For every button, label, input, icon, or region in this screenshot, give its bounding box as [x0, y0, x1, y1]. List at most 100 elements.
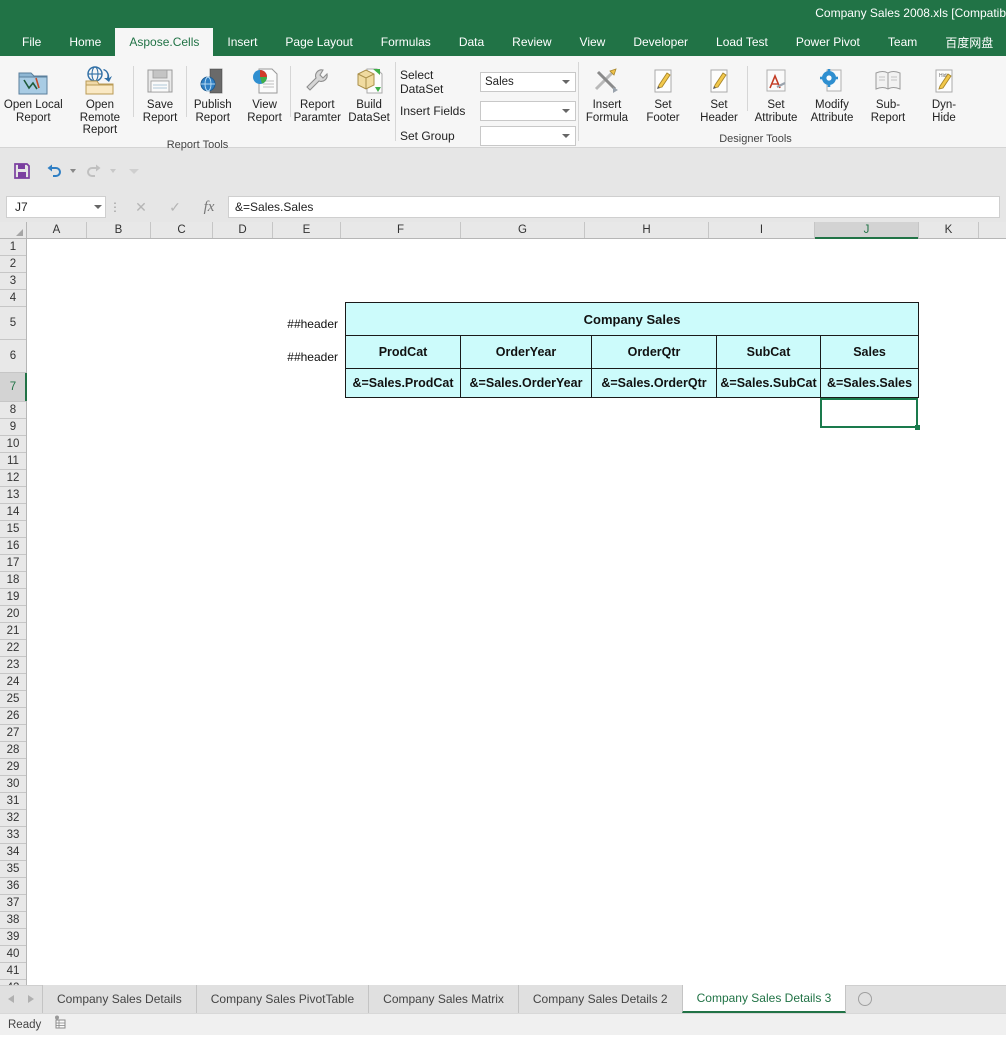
fill-handle[interactable]	[915, 425, 920, 430]
row-header-9[interactable]: 9	[0, 419, 26, 436]
customize-qat-icon[interactable]	[120, 158, 148, 184]
row-header-20[interactable]: 20	[0, 606, 26, 623]
sheet-nav-next-icon[interactable]	[28, 995, 34, 1003]
row-header-18[interactable]: 18	[0, 572, 26, 589]
row-header-2[interactable]: 2	[0, 256, 26, 273]
insert-formula-button[interactable]: Insert Formula	[579, 60, 635, 124]
row-header-16[interactable]: 16	[0, 538, 26, 555]
report-parameter-button[interactable]: Report Paramter	[291, 60, 343, 124]
undo-icon[interactable]	[40, 158, 68, 184]
row-header-26[interactable]: 26	[0, 708, 26, 725]
ribbon-tab-data[interactable]: Data	[445, 28, 498, 56]
column-header-G[interactable]: G	[461, 222, 585, 238]
sheet-tab-company-sales-details-2[interactable]: Company Sales Details 2	[517, 985, 682, 1013]
sheet-tab-company-sales-matrix[interactable]: Company Sales Matrix	[368, 985, 518, 1013]
row-header-1[interactable]: 1	[0, 239, 26, 256]
field-cell[interactable]: &=Sales.Sales	[819, 368, 920, 398]
ribbon-tab-page-layout[interactable]: Page Layout	[271, 28, 366, 56]
save-report-button[interactable]: Save Report	[134, 60, 186, 124]
row-header-13[interactable]: 13	[0, 487, 26, 504]
redo-dropdown-arrow[interactable]	[110, 169, 116, 173]
row-header-39[interactable]: 39	[0, 929, 26, 946]
row-header-36[interactable]: 36	[0, 878, 26, 895]
row-header-30[interactable]: 30	[0, 776, 26, 793]
row-header-3[interactable]: 3	[0, 273, 26, 290]
ribbon-tab-power-pivot[interactable]: Power Pivot	[782, 28, 874, 56]
ribbon-tab-home[interactable]: Home	[55, 28, 115, 56]
ribbon-tab-[interactable]: 百度网盘	[931, 28, 1006, 56]
row-header-19[interactable]: 19	[0, 589, 26, 606]
row-header-33[interactable]: 33	[0, 827, 26, 844]
insert-function-icon[interactable]: fx	[192, 196, 226, 218]
dyn-hide-button[interactable]: Hide Dyn- Hide	[916, 60, 972, 124]
row-header-8[interactable]: 8	[0, 402, 26, 419]
ribbon-tab-load-test[interactable]: Load Test	[702, 28, 782, 56]
ribbon-tab-view[interactable]: View	[566, 28, 620, 56]
column-header-J[interactable]: J	[815, 222, 919, 239]
set-footer-button[interactable]: Set Footer	[635, 60, 691, 124]
row-header-6[interactable]: 6	[0, 340, 26, 373]
row-header-10[interactable]: 10	[0, 436, 26, 453]
column-header-A[interactable]: A	[27, 222, 87, 238]
row-header-21[interactable]: 21	[0, 623, 26, 640]
cancel-icon[interactable]: ✕	[124, 196, 158, 218]
table-row-title[interactable]: Company Sales	[344, 302, 920, 336]
column-header-C[interactable]: C	[151, 222, 213, 238]
field-cell[interactable]: &=Sales.ProdCat	[345, 368, 461, 398]
ribbon-tab-file[interactable]: File	[8, 28, 55, 56]
column-header-H[interactable]: H	[585, 222, 709, 238]
column-header-D[interactable]: D	[213, 222, 273, 238]
column-header-K[interactable]: K	[919, 222, 979, 238]
row-header-35[interactable]: 35	[0, 861, 26, 878]
column-header-B[interactable]: B	[87, 222, 151, 238]
ribbon-tab-review[interactable]: Review	[498, 28, 565, 56]
row-header-34[interactable]: 34	[0, 844, 26, 861]
row-header-11[interactable]: 11	[0, 453, 26, 470]
save-icon[interactable]	[8, 158, 36, 184]
name-box[interactable]: J7	[6, 196, 106, 218]
row-header-27[interactable]: 27	[0, 725, 26, 742]
undo-dropdown-arrow[interactable]	[70, 169, 76, 173]
name-box-dropdown-icon[interactable]	[94, 205, 102, 209]
sheet-nav-prev-icon[interactable]	[8, 995, 14, 1003]
select-all-corner[interactable]	[0, 222, 27, 238]
row-header-22[interactable]: 22	[0, 640, 26, 657]
row-header-24[interactable]: 24	[0, 674, 26, 691]
field-cell[interactable]: &=Sales.OrderYear	[460, 368, 592, 398]
row-header-29[interactable]: 29	[0, 759, 26, 776]
report-title-cell[interactable]: Company Sales	[344, 302, 920, 336]
cells-area[interactable]: ##header ##header Company Sales ProdCat	[27, 239, 1006, 985]
confirm-icon[interactable]: ✓	[158, 196, 192, 218]
header-cell[interactable]: Sales	[819, 335, 920, 369]
row-header-5[interactable]: 5	[0, 307, 26, 340]
field-cell[interactable]: &=Sales.OrderQtr	[591, 368, 717, 398]
header-cell[interactable]: SubCat	[716, 335, 821, 369]
row-header-28[interactable]: 28	[0, 742, 26, 759]
chevron-down-icon[interactable]	[562, 80, 570, 84]
row-header-31[interactable]: 31	[0, 793, 26, 810]
set-header-button[interactable]: Set Header	[691, 60, 747, 124]
set-attribute-button[interactable]: Set Attribute	[748, 60, 804, 124]
row-header-17[interactable]: 17	[0, 555, 26, 572]
open-remote-report-button[interactable]: Open Remote Report	[67, 60, 134, 137]
row-header-12[interactable]: 12	[0, 470, 26, 487]
build-dataset-button[interactable]: Build DataSet	[343, 60, 395, 124]
ribbon-tab-insert[interactable]: Insert	[213, 28, 271, 56]
formula-input[interactable]: &=Sales.Sales	[228, 196, 1000, 218]
ribbon-tab-developer[interactable]: Developer	[619, 28, 702, 56]
row-header-7[interactable]: 7	[0, 373, 27, 402]
open-local-report-button[interactable]: Open Local Report	[0, 60, 67, 124]
row-header-42[interactable]: 42	[0, 980, 26, 985]
row-header-38[interactable]: 38	[0, 912, 26, 929]
view-report-button[interactable]: View Report	[239, 60, 291, 124]
row-header-32[interactable]: 32	[0, 810, 26, 827]
row-header-40[interactable]: 40	[0, 946, 26, 963]
dataset-combo-0[interactable]: Sales	[480, 72, 576, 92]
sheet-tab-company-sales-details[interactable]: Company Sales Details	[42, 985, 196, 1013]
sheet-tab-company-sales-pivottable[interactable]: Company Sales PivotTable	[195, 985, 369, 1013]
table-row-fields[interactable]: &=Sales.ProdCat &=Sales.OrderYear &=Sale…	[345, 368, 920, 398]
row-header-4[interactable]: 4	[0, 290, 26, 307]
row-header-23[interactable]: 23	[0, 657, 26, 674]
sheet-tab-company-sales-details-3[interactable]: Company Sales Details 3	[681, 985, 847, 1013]
report-template-table[interactable]: Company Sales ProdCat OrderYear OrderQtr…	[344, 302, 920, 398]
